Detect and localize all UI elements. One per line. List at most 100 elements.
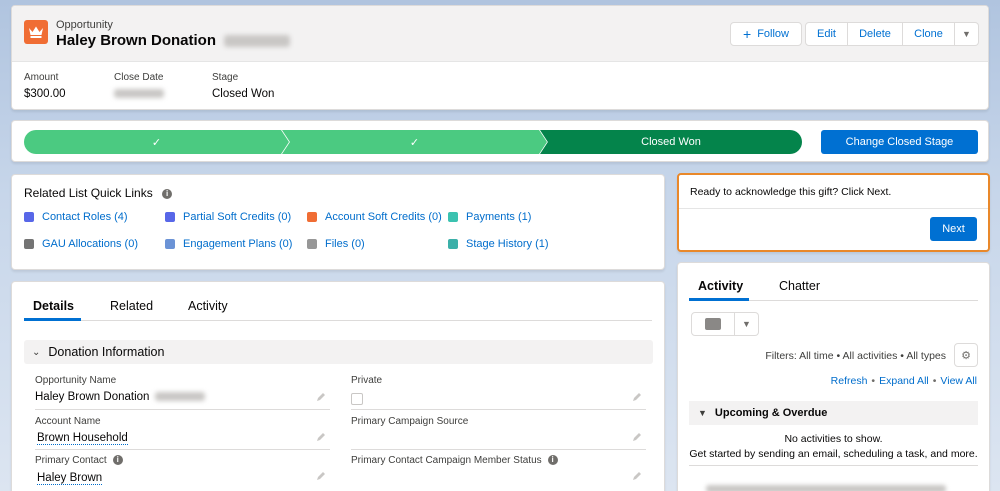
record-header-top: Opportunity Haley Brown Donation + Follo… <box>12 6 988 62</box>
path-step-label: Closed Won <box>641 136 701 148</box>
quick-link-label: Payments (1) <box>466 211 532 223</box>
field-divider <box>35 409 330 410</box>
edit-pencil-icon[interactable] <box>632 392 642 402</box>
quick-link-gau-allocations[interactable]: GAU Allocations (0) <box>24 238 138 250</box>
separator-dot: • <box>932 375 937 387</box>
filter-settings-button[interactable]: ⚙ <box>954 343 978 367</box>
edit-pencil-icon[interactable] <box>316 392 326 402</box>
quick-link-engagement-plans[interactable]: Engagement Plans (0) <box>165 238 292 250</box>
quick-link-account-soft-credits[interactable]: Account Soft Credits (0) <box>307 211 442 223</box>
primary-contact-link[interactable]: Haley Brown <box>37 472 103 485</box>
activity-panel: Activity Chatter ▼ Filters: All time • A… <box>677 262 990 491</box>
quick-link-files[interactable]: Files (0) <box>307 238 365 250</box>
path-guidance-panel: Ready to acknowledge this gift? Click Ne… <box>677 173 990 252</box>
edit-pencil-icon[interactable] <box>632 471 642 481</box>
quick-link-partial-soft-credits[interactable]: Partial Soft Credits (0) <box>165 211 291 223</box>
chevron-down-icon: ⌄ <box>32 346 41 358</box>
next-button[interactable]: Next <box>930 217 977 241</box>
stage-path: ✓ ✓ Closed Won Change Closed Stage <box>11 120 989 162</box>
files-icon <box>307 239 317 249</box>
section-title: Donation Information <box>48 345 165 359</box>
related-list-quick-links: Related List Quick Links i Contact Roles… <box>11 174 665 270</box>
opportunity-name-value: Haley Brown Donation <box>35 391 205 403</box>
tab-divider <box>24 320 652 321</box>
primary-contact-label: Primary Contact i <box>35 455 123 466</box>
amount-value: $300.00 <box>24 88 66 100</box>
separator-dot: • <box>871 375 876 387</box>
primary-contact-label-text: Primary Contact <box>35 455 107 466</box>
edit-pencil-icon[interactable] <box>316 471 326 481</box>
quick-link-stage-history[interactable]: Stage History (1) <box>448 238 549 250</box>
edit-button[interactable]: Edit <box>805 22 848 46</box>
guidance-text: Ready to acknowledge this gift? Click Ne… <box>690 186 892 198</box>
view-all-link[interactable]: View All <box>940 375 977 387</box>
tab-related[interactable]: Related <box>110 299 153 313</box>
tab-details[interactable]: Details <box>33 299 74 313</box>
tab-chatter[interactable]: Chatter <box>779 279 820 293</box>
quick-link-contact-roles[interactable]: Contact Roles (4) <box>24 211 128 223</box>
stage-label: Stage <box>212 72 239 83</box>
partial-soft-credits-icon <box>165 212 175 222</box>
stage-history-icon <box>448 239 458 249</box>
stage-value: Closed Won <box>212 88 275 100</box>
edit-pencil-icon[interactable] <box>632 432 642 442</box>
quick-links-heading: Related List Quick Links i <box>24 186 173 200</box>
clone-button[interactable]: Clone <box>903 22 955 46</box>
path-step-completed-1[interactable]: ✓ <box>24 130 289 154</box>
details-panel: Details Related Activity ⌄ Donation Info… <box>11 281 665 491</box>
quick-links-title: Related List Quick Links <box>24 186 153 200</box>
active-tab-indicator <box>24 318 81 321</box>
chevron-down-icon: ▼ <box>962 29 971 39</box>
checkmark-icon: ✓ <box>151 136 162 149</box>
upcoming-overdue-section[interactable]: ▼ Upcoming & Overdue <box>689 401 978 425</box>
section-donation-information[interactable]: ⌄ Donation Information <box>24 340 653 364</box>
change-closed-stage-button[interactable]: Change Closed Stage <box>821 130 978 154</box>
redacted-date <box>224 35 291 48</box>
edit-pencil-icon[interactable] <box>316 432 326 442</box>
active-tab-indicator <box>689 298 749 301</box>
quick-link-label: Account Soft Credits (0) <box>325 211 442 223</box>
tab-activity[interactable]: Activity <box>188 299 228 313</box>
record-header: Opportunity Haley Brown Donation + Follo… <box>11 5 989 110</box>
activity-filters-text: Filters: All time • All activities • All… <box>765 350 946 362</box>
field-divider <box>35 449 330 450</box>
follow-button[interactable]: + Follow <box>730 22 802 46</box>
campaign-source-label: Primary Campaign Source <box>351 416 469 427</box>
empty-state-subtitle: Get started by sending an email, schedul… <box>689 448 978 460</box>
delete-button[interactable]: Delete <box>848 22 903 46</box>
object-type-label: Opportunity <box>56 19 113 31</box>
private-label: Private <box>351 375 383 386</box>
contact-campaign-status-label-text: Primary Contact Campaign Member Status <box>351 455 542 466</box>
activity-links: Refresh • Expand All • View All <box>831 375 977 387</box>
contact-campaign-status-label: Primary Contact Campaign Member Status i <box>351 455 558 466</box>
tab-activity-timeline[interactable]: Activity <box>698 279 743 293</box>
section-divider <box>689 465 978 466</box>
highlight-stage: Stage Closed Won <box>212 72 274 100</box>
more-actions-button[interactable]: ▼ <box>955 22 979 46</box>
info-icon[interactable]: i <box>162 188 173 199</box>
email-icon <box>705 318 721 330</box>
engagement-plans-icon <box>165 239 175 249</box>
quick-link-payments[interactable]: Payments (1) <box>448 211 531 223</box>
divider <box>679 208 988 209</box>
page-title: Haley Brown Donation <box>56 32 291 49</box>
truncated-text <box>706 485 946 491</box>
account-name-link[interactable]: Brown Household <box>37 432 128 445</box>
refresh-link[interactable]: Refresh <box>831 375 868 387</box>
info-icon[interactable]: i <box>112 455 123 466</box>
path-step-completed-2[interactable]: ✓ <box>282 130 547 154</box>
upcoming-title: Upcoming & Overdue <box>714 407 828 419</box>
record-name: Haley Brown Donation <box>56 32 217 49</box>
info-icon[interactable]: i <box>547 455 558 466</box>
expand-all-link[interactable]: Expand All <box>879 375 929 387</box>
path-step-current[interactable]: Closed Won <box>540 130 802 154</box>
quick-link-label: Stage History (1) <box>466 238 549 250</box>
email-button[interactable] <box>691 312 735 336</box>
chevron-down-icon: ▼ <box>742 319 751 329</box>
quick-link-label: GAU Allocations (0) <box>42 238 138 250</box>
follow-button-group: + Follow <box>730 22 802 46</box>
quick-link-label: Files (0) <box>325 238 365 250</box>
opportunity-crown-icon <box>24 20 48 44</box>
highlight-amount: Amount $300.00 <box>24 72 66 100</box>
composer-menu-button[interactable]: ▼ <box>735 312 759 336</box>
